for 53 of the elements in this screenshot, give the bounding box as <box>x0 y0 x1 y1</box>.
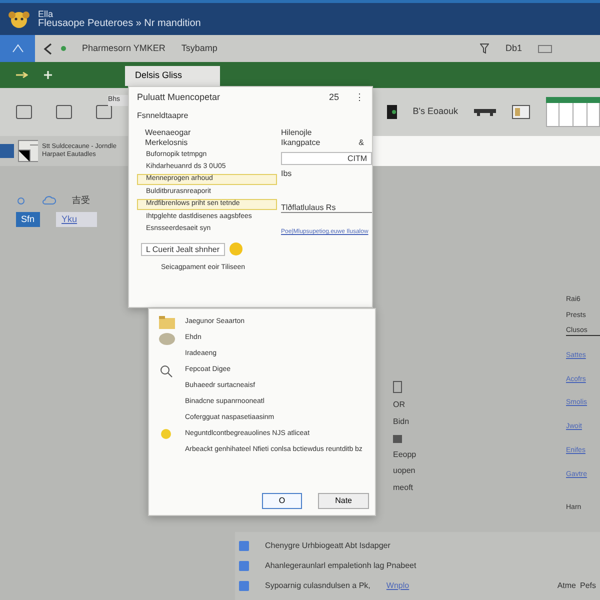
toolbar-icon[interactable] <box>16 105 32 119</box>
column-label: Hilenojle <box>281 128 313 138</box>
toolbar-label: B's Eoaouk <box>412 105 458 118</box>
folder-icon <box>159 316 175 330</box>
text-field[interactable]: L Cuerit Jealt shnher <box>141 242 225 256</box>
arrow-icon[interactable] <box>16 72 28 78</box>
document-icon[interactable] <box>393 381 402 393</box>
column-item: Eeopp <box>393 450 418 460</box>
window-icon[interactable] <box>512 105 530 119</box>
badge-icon <box>228 242 243 256</box>
home-icon <box>12 43 24 54</box>
dog-logo-icon <box>8 9 30 29</box>
dialog-button[interactable]: Nate <box>318 493 369 509</box>
column-value: & <box>358 138 364 148</box>
tag-link[interactable]: Yku <box>56 212 98 227</box>
filter-icon[interactable] <box>480 43 490 54</box>
filter-chip[interactable]: Sfn <box>16 212 40 227</box>
column-item: Bidn <box>393 418 410 427</box>
breadcrumb-item[interactable]: Tsybamp <box>181 42 218 56</box>
square-icon[interactable] <box>386 105 397 119</box>
plus-icon[interactable] <box>44 71 52 79</box>
tool-heading: 吉受 <box>72 194 90 207</box>
column-item: uopen <box>393 467 416 476</box>
counter-text: Db1 <box>505 42 522 55</box>
preview-field[interactable]: CITM <box>281 152 372 166</box>
column-label: Ikangpatce <box>281 138 320 148</box>
toolbar-icon[interactable] <box>56 105 72 119</box>
search-icon <box>159 364 175 378</box>
column-label: Merkelosnis <box>144 138 189 148</box>
column-label: Weenaeogar <box>144 128 192 138</box>
status-dot-icon <box>61 46 66 51</box>
window-title: Fleusaope Peuteroes » Nr mandition <box>38 18 201 28</box>
breadcrumb-item[interactable]: Pharmesorn YMKER <box>82 42 166 56</box>
dialog-button[interactable]: O <box>262 493 302 509</box>
list-text: Sypoarnig culasndulsen a Pk, <box>265 580 370 592</box>
footer-item[interactable]: Atme <box>557 580 576 592</box>
more-menu[interactable]: ⋮ <box>355 92 364 103</box>
list-text: Ahanlegeraunlarl empaletionh lag Pnabeet <box>265 560 416 572</box>
device-icon <box>474 108 496 116</box>
preview-heading: Tlðflatlulaus Rs <box>281 202 372 214</box>
preview-label: Ibs <box>281 169 293 179</box>
dialog-count: 25 <box>328 92 339 103</box>
tile-icon <box>0 144 14 158</box>
dialog-title: Puluatt Muencopetar <box>137 92 220 103</box>
spreadsheet-thumbnail <box>546 97 600 127</box>
column-item: meoft <box>393 484 414 493</box>
app-label: Ella <box>38 10 54 18</box>
list-text: Chenygre Urhbiogeatt Abt Isdapger <box>265 540 390 552</box>
dialog-tab[interactable]: Delsis Gliss <box>125 66 220 86</box>
dialog-heading: Fsnneldtaapre <box>137 110 190 120</box>
floorplan-icon <box>18 140 38 162</box>
column-item: OR <box>393 401 406 410</box>
footer-item[interactable]: Pefs <box>580 580 596 592</box>
